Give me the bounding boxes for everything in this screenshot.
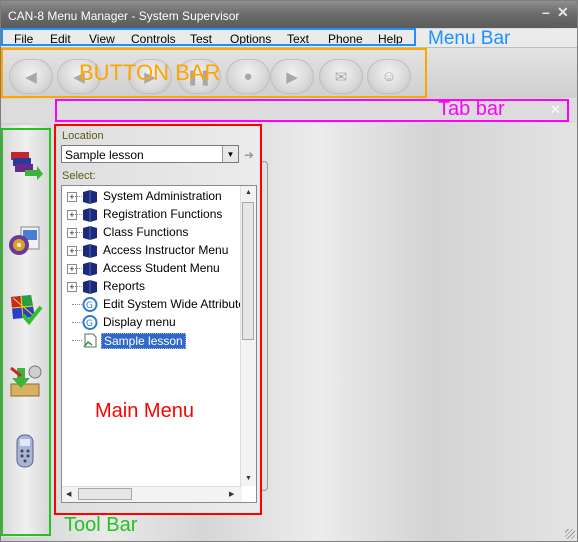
minimize-icon[interactable]: – xyxy=(542,4,550,20)
title-bar: CAN-8 Menu Manager - System Supervisor –… xyxy=(1,1,577,28)
main-menu-annotation: Main Menu xyxy=(95,400,194,422)
menu-bar-annotation: Menu Bar xyxy=(428,28,511,49)
button-bar-annotation: BUTTON BAR xyxy=(79,60,221,85)
tool-bar-annotation-box xyxy=(1,128,51,536)
menu-bar-annotation-box xyxy=(1,28,416,46)
tab-bar-annotation: Tab bar xyxy=(438,98,505,120)
main-menu-annotation-box xyxy=(54,124,262,515)
window-title: CAN-8 Menu Manager - System Supervisor xyxy=(8,9,240,23)
tool-bar-annotation: Tool Bar xyxy=(64,514,138,536)
resize-grip-icon[interactable] xyxy=(565,529,575,539)
application-window: CAN-8 Menu Manager - System Supervisor –… xyxy=(0,0,578,542)
close-icon[interactable]: ✕ xyxy=(557,4,569,21)
